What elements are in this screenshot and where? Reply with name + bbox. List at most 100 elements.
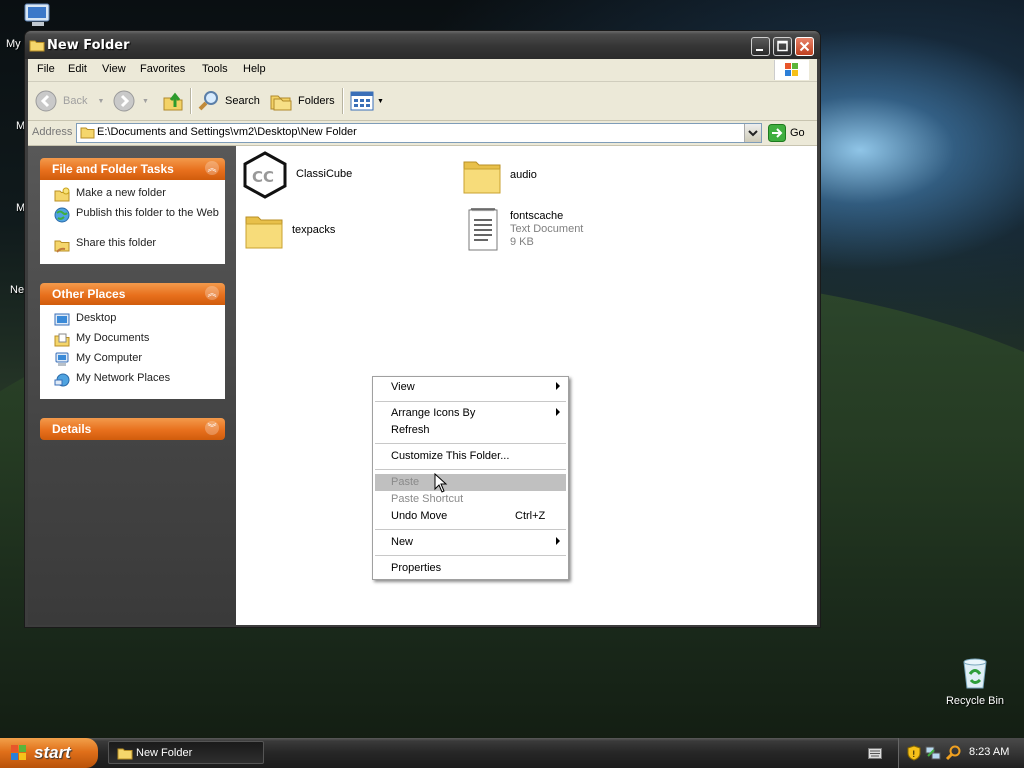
menu-edit[interactable]: Edit: [68, 63, 87, 75]
my-documents-link-label: My Documents: [76, 332, 150, 344]
security-shield-icon[interactable]: !: [907, 745, 921, 761]
publish-folder-link[interactable]: Publish this folder to the Web: [41, 207, 224, 237]
menu-item-properties[interactable]: Properties: [375, 560, 566, 577]
menu-tools[interactable]: Tools: [202, 63, 228, 75]
keyboard-icon[interactable]: [868, 748, 882, 759]
file-name: texpacks: [292, 224, 336, 236]
submenu-arrow-icon: [556, 408, 560, 416]
share-folder-icon: [54, 240, 70, 253]
share-folder-link[interactable]: Share this folder: [41, 237, 224, 257]
other-places-body: Desktop My Documents My Computer My Netw…: [40, 305, 225, 399]
minimize-icon: [756, 49, 763, 51]
file-item-fontscache[interactable]: fontscache Text Document 9 KB: [466, 206, 583, 252]
details-header[interactable]: Details ︾: [40, 418, 225, 440]
forward-dropdown-icon[interactable]: ▼: [142, 98, 149, 105]
my-computer-desktop-icon[interactable]: [22, 2, 54, 28]
menu-separator: [375, 443, 566, 444]
menu-item-paste-shortcut[interactable]: Paste Shortcut: [375, 491, 566, 508]
menu-view[interactable]: View: [102, 63, 126, 75]
folder-icon: [29, 38, 45, 55]
menu-item-paste[interactable]: Paste: [375, 474, 566, 491]
forward-button[interactable]: ▼: [112, 89, 149, 113]
desktop-link[interactable]: Desktop: [41, 312, 224, 332]
menu-file[interactable]: File: [37, 63, 55, 75]
other-places-panel: Other Places ︽ Desktop My Documents My C…: [40, 283, 225, 399]
menu-item-undo-move[interactable]: Undo Move Ctrl+Z: [375, 508, 566, 525]
minimize-button[interactable]: [751, 37, 770, 56]
my-documents-link[interactable]: My Documents: [41, 332, 224, 352]
desktop-label-1[interactable]: My: [6, 38, 21, 50]
svg-text:CC: CC: [252, 168, 274, 186]
network-places-icon: [54, 373, 70, 387]
go-arrow-icon: [768, 124, 786, 142]
menu-item-arrange-icons[interactable]: Arrange Icons By: [375, 405, 566, 422]
go-label: Go: [790, 127, 805, 139]
folders-label: Folders: [298, 95, 335, 107]
menu-separator: [375, 469, 566, 470]
submenu-arrow-icon: [556, 537, 560, 545]
menu-favorites[interactable]: Favorites: [140, 63, 185, 75]
publish-folder-label: Publish this folder to the Web: [76, 207, 219, 219]
address-dropdown-button[interactable]: [744, 124, 761, 142]
recycle-bin-desktop-icon[interactable]: Recycle Bin: [940, 656, 1010, 707]
close-button[interactable]: [795, 37, 814, 56]
menu-item-customize-folder[interactable]: Customize This Folder...: [375, 448, 566, 465]
new-folder-icon: [54, 187, 70, 202]
folders-button[interactable]: Folders: [269, 89, 335, 113]
my-computer-link[interactable]: My Computer: [41, 352, 224, 372]
file-item-texpacks[interactable]: texpacks: [244, 209, 335, 251]
network-connection-icon[interactable]: [925, 745, 941, 761]
search-icon: [198, 91, 218, 111]
views-button[interactable]: ▼: [350, 89, 384, 113]
title-bar[interactable]: New Folder: [25, 31, 820, 59]
collapse-chevron-icon[interactable]: ︽: [205, 161, 219, 175]
other-places-header[interactable]: Other Places ︽: [40, 283, 225, 305]
make-new-folder-link[interactable]: Make a new folder: [41, 187, 224, 207]
file-folder-tasks-header[interactable]: File and Folder Tasks ︽: [40, 158, 225, 180]
menu-item-arrange-label: Arrange Icons By: [391, 407, 476, 419]
search-icon[interactable]: [945, 745, 961, 761]
start-button[interactable]: start: [0, 738, 98, 768]
search-button[interactable]: Search: [197, 89, 260, 113]
my-network-places-link[interactable]: My Network Places: [41, 372, 224, 392]
menu-item-properties-label: Properties: [391, 562, 442, 574]
menu-item-customize-label: Customize This Folder...: [391, 450, 510, 462]
file-name: ClassiCube: [296, 168, 353, 180]
recycle-bin-label: Recycle Bin: [945, 695, 1005, 707]
address-input[interactable]: E:\Documents and Settings\vm2\Desktop\Ne…: [76, 123, 762, 143]
collapse-chevron-icon[interactable]: ︽: [205, 286, 219, 300]
menu-separator: [375, 555, 566, 556]
taskbar-item-label: New Folder: [136, 747, 193, 759]
maximize-button[interactable]: [773, 37, 792, 56]
address-label: Address: [32, 126, 73, 138]
context-menu: View Arrange Icons By Refresh Customize …: [372, 376, 569, 580]
back-button[interactable]: Back ▼: [34, 89, 104, 113]
up-folder-button[interactable]: [161, 89, 185, 113]
submenu-arrow-icon: [556, 382, 560, 390]
menu-item-refresh[interactable]: Refresh: [375, 422, 566, 439]
windows-flag-icon: [11, 745, 26, 760]
desktop-label-4[interactable]: Ne: [10, 284, 24, 296]
toolbar-separator: [190, 88, 192, 114]
taskbar-item-new-folder[interactable]: New Folder: [108, 741, 264, 764]
menu-item-view-label: View: [391, 381, 415, 393]
menu-item-refresh-label: Refresh: [391, 424, 430, 436]
menu-item-new[interactable]: New: [375, 534, 566, 551]
expand-chevron-icon[interactable]: ︾: [205, 421, 219, 435]
file-folder-tasks-body: Make a new folder Publish this folder to…: [40, 180, 225, 264]
search-label: Search: [225, 95, 260, 107]
back-dropdown-icon[interactable]: ▼: [97, 98, 104, 105]
my-computer-icon: [55, 352, 69, 366]
file-item-audio[interactable]: audio: [462, 154, 537, 196]
menu-item-view[interactable]: View: [375, 379, 566, 396]
folder-icon: [245, 216, 283, 249]
my-documents-icon: [54, 333, 70, 347]
folders-icon: [270, 95, 292, 111]
file-item-classicube[interactable]: CC ClassiCube: [242, 151, 352, 199]
menu-help[interactable]: Help: [243, 63, 266, 75]
go-button[interactable]: Go: [768, 124, 805, 142]
my-network-places-link-label: My Network Places: [76, 372, 171, 384]
web-publish-icon: [54, 207, 70, 223]
address-bar: Address E:\Documents and Settings\vm2\De…: [28, 121, 817, 146]
back-label: Back: [63, 95, 88, 107]
